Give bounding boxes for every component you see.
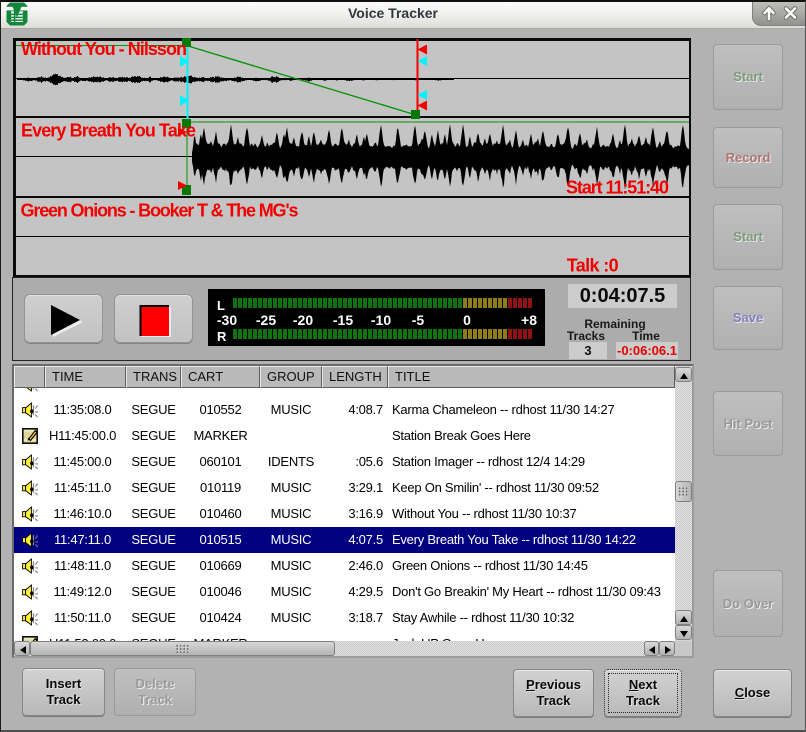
svg-text:Start 11:51:40: Start 11:51:40 [566, 178, 669, 198]
svg-text:Talk :0: Talk :0 [567, 256, 619, 276]
svg-text:Green Onions - Booker T & The: Green Onions - Booker T & The MG's [21, 201, 299, 221]
svg-text:Without You - Nilsson: Without You - Nilsson [21, 39, 187, 59]
svg-text:Every Breath You Take: Every Breath You Take [21, 121, 196, 141]
